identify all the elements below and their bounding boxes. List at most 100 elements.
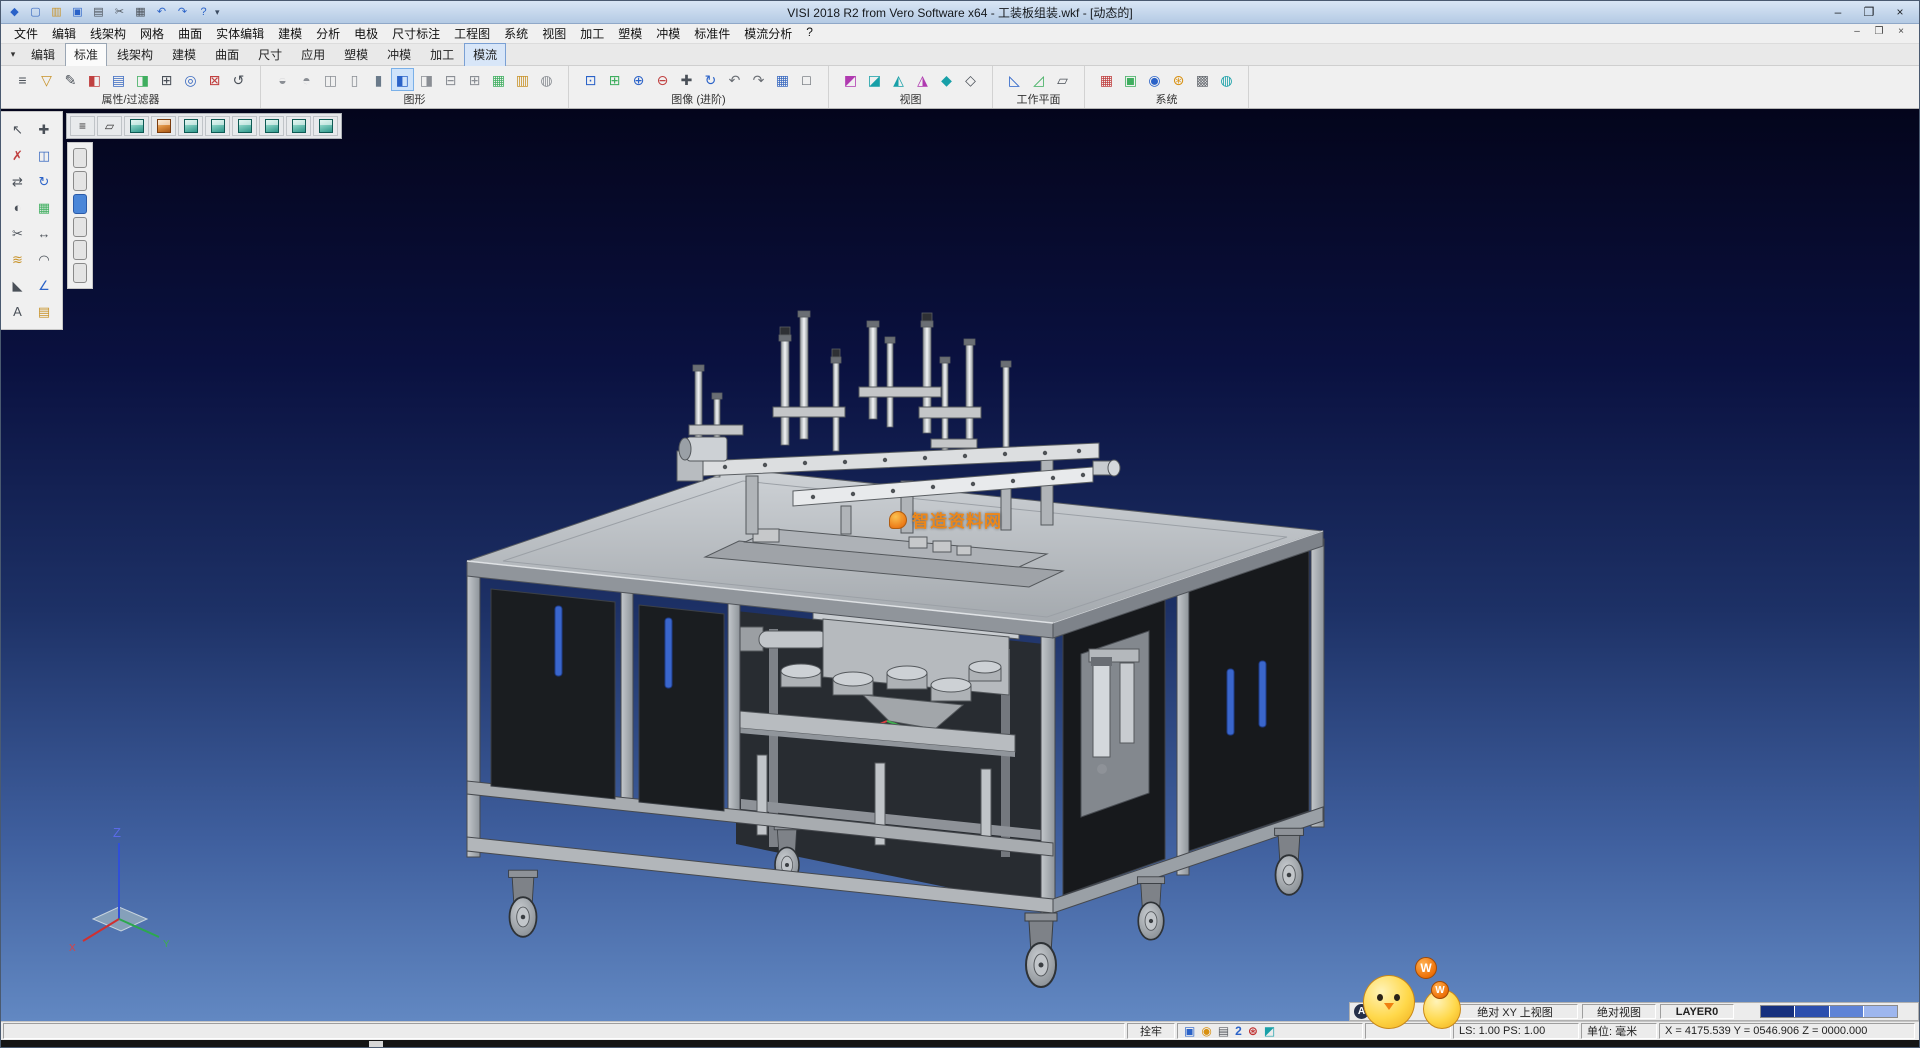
print-icon[interactable]: ▤ [1218,1025,1229,1037]
properties-icon[interactable]: ≡ [11,68,34,91]
dock-panel-6[interactable] [73,263,87,283]
mdi-restore-button[interactable]: ❐ [1871,26,1887,37]
snap-lock-toggle[interactable]: 拴牢 [1127,1023,1175,1039]
reset-filter-icon[interactable]: ↺ [227,68,250,91]
menu-item[interactable]: 尺寸标注 [385,24,447,43]
workplane-align-icon[interactable]: ◿ [1027,68,1050,91]
view-bottom-icon[interactable] [313,116,338,136]
view-top-icon[interactable] [178,116,203,136]
viewport-3d[interactable]: Z X Y 智造资料网 [1,109,1920,1021]
menu-item[interactable]: 视图 [535,24,573,43]
view-right-icon[interactable] [286,116,311,136]
tabbar-dropdown-caret[interactable]: ▾ [5,49,21,60]
menu-item[interactable]: 冲模 [649,24,687,43]
save-view-icon[interactable]: ▣ [1184,1025,1195,1037]
move-icon[interactable]: ⇄ [6,170,29,193]
texture-icon[interactable]: ▥ [511,68,534,91]
menu-item[interactable]: 模流分析 [737,24,799,43]
layer2-icon[interactable]: 2 [1235,1025,1242,1037]
rotate-icon[interactable]: ↻ [33,170,56,193]
undo-icon[interactable]: ↶ [152,4,171,21]
settings-icon[interactable]: ⊛ [1248,1025,1258,1037]
tab-edit[interactable]: 编辑 [22,43,64,67]
render-icon[interactable]: ◍ [535,68,558,91]
open-file-icon[interactable]: ▥ [47,4,66,21]
mirror-icon[interactable]: ◐ [6,196,29,219]
minimize-button[interactable]: – [1823,3,1853,22]
menu-item[interactable]: 编辑 [45,24,83,43]
hide-icon[interactable]: ⊠ [203,68,226,91]
tab-application[interactable]: 应用 [292,43,334,67]
layer-color-bar[interactable] [1760,1005,1898,1018]
menu-item[interactable]: 塑模 [611,24,649,43]
offset-icon[interactable]: ≋ [6,248,29,271]
named-views-icon[interactable]: ▦ [771,68,794,91]
menu-item[interactable]: 电极 [347,24,385,43]
dock-panel-2[interactable] [73,171,87,191]
array-icon[interactable]: ▦ [33,196,56,219]
toolbar-customize-caret[interactable]: ▾ [215,7,220,18]
absolute-view-cell[interactable]: 绝对视图 [1582,1004,1656,1019]
solid-view-icon[interactable]: ▮ [367,68,390,91]
mdi-minimize-button[interactable]: – [1849,26,1865,37]
copy-icon[interactable]: ▦ [131,4,150,21]
menu-item[interactable]: 工程图 [447,24,497,43]
view-top-icon[interactable]: ◩ [839,68,862,91]
close-button[interactable]: × [1885,3,1915,22]
menu-item[interactable]: ? [799,24,820,43]
cut-icon[interactable]: ✂ [110,4,129,21]
zoom-window-icon[interactable]: ⊞ [603,68,626,91]
menu-item[interactable]: 建模 [271,24,309,43]
view-rotate-icon[interactable]: ◆ [935,68,958,91]
section-icon[interactable]: ⊟ [439,68,462,91]
workplane-create-icon[interactable]: ◺ [1003,68,1026,91]
save-file-icon[interactable]: ▣ [68,4,87,21]
titlebar[interactable]: ◆▢▥▣▤✂▦↶↷? ▾ VISI 2018 R2 from Vero Soft… [1,1,1919,24]
redraw-icon[interactable]: ◒ [271,68,294,91]
transparency-icon[interactable]: ◨ [415,68,438,91]
shaded-edges-icon[interactable]: ◧ [391,68,414,91]
tab-dimension[interactable]: 尺寸 [249,43,291,67]
menu-item[interactable]: 加工 [573,24,611,43]
extend-icon[interactable]: ↔ [33,222,56,245]
units-cell[interactable]: 单位: 毫米 [1581,1023,1657,1039]
mesh-icon[interactable]: ▦ [487,68,510,91]
tab-moldflow[interactable]: 模流 [464,43,506,67]
tab-die[interactable]: 冲模 [378,43,420,67]
chamfer-icon[interactable]: ◣ [6,274,29,297]
fillet-icon[interactable]: ◠ [33,248,56,271]
mdi-close-button[interactable]: × [1893,26,1909,37]
tab-mold[interactable]: 塑模 [335,43,377,67]
view-iso-icon[interactable] [124,116,149,136]
menu-item[interactable]: 文件 [7,24,45,43]
dock-panel-4[interactable] [73,217,87,237]
view-back-icon[interactable] [232,116,257,136]
filter-edit-icon[interactable]: ✎ [59,68,82,91]
layers-icon[interactable]: ▤ [33,300,56,323]
dock-panel-1[interactable] [73,148,87,168]
cube-icon[interactable]: ◩ [1264,1025,1275,1037]
view-front-icon[interactable]: ◪ [863,68,886,91]
view-normal-icon[interactable]: ◇ [959,68,982,91]
rotate-view-icon[interactable]: ↻ [699,68,722,91]
tab-surface[interactable]: 曲面 [206,43,248,67]
system-render-icon[interactable]: ⊛ [1167,68,1190,91]
print-icon[interactable]: ▤ [89,4,108,21]
filter-color-icon[interactable]: ◧ [83,68,106,91]
tab-standard[interactable]: 标准 [65,43,107,67]
filter-icon[interactable]: ▽ [35,68,58,91]
workplane-reset-icon[interactable]: ▱ [1051,68,1074,91]
dock-panel-5[interactable] [73,240,87,260]
measure-icon[interactable]: ∠ [33,274,56,297]
select-all-icon[interactable]: ⊞ [155,68,178,91]
view-next-icon[interactable]: ↷ [747,68,770,91]
trim-icon[interactable]: ✂ [6,222,29,245]
pan-icon[interactable]: ✚ [675,68,698,91]
menu-item[interactable]: 分析 [309,24,347,43]
app-icon[interactable]: ◆ [5,4,24,21]
system-colors-icon[interactable]: ▦ [1095,68,1118,91]
new-file-icon[interactable]: ▢ [26,4,45,21]
menu-item[interactable]: 系统 [497,24,535,43]
isolate-icon[interactable]: ◎ [179,68,202,91]
filter-layer-icon[interactable]: ▤ [107,68,130,91]
